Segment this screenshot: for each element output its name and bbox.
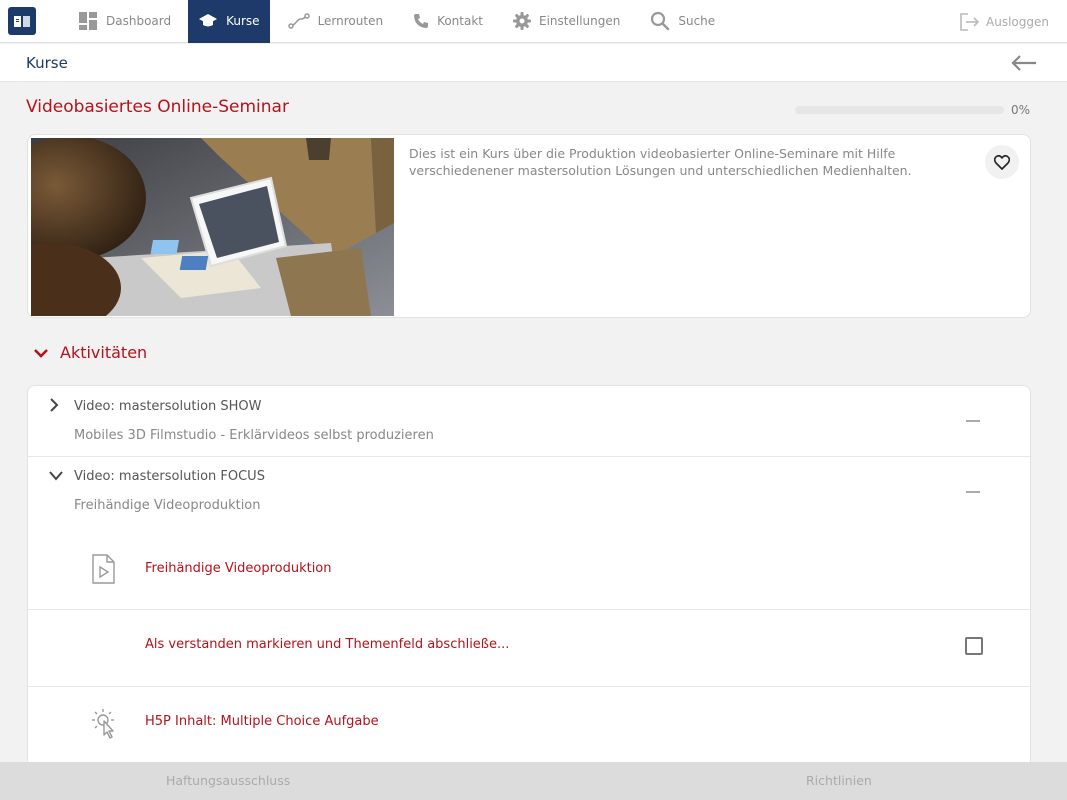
nav-label-lernrouten: Lernrouten <box>317 14 384 28</box>
arrow-left-icon <box>1011 55 1036 71</box>
activity-subtitle: Freihändige Videoproduktion <box>74 498 261 513</box>
course-progress-label: 0% <box>1011 103 1031 117</box>
sub-activity-link[interactable]: H5P Inhalt: Multiple Choice Aufgabe <box>145 714 379 729</box>
activities-list: Video: mastersolution SHOW Mobiles 3D Fi… <box>27 385 1031 785</box>
activity-status-indicator <box>966 420 980 422</box>
footer-link-disclaimer[interactable]: Haftungsausschluss <box>166 773 290 788</box>
logout-icon <box>960 12 980 31</box>
course-illustration <box>31 138 394 316</box>
nav-item-suche[interactable]: Suche <box>638 0 727 43</box>
top-navigation: Dashboard Kurse Lernrouten Kontakt Einst… <box>0 0 1067 43</box>
nav-item-kurse[interactable]: Kurse <box>188 0 270 43</box>
breadcrumb: Kurse <box>0 44 1067 82</box>
back-button[interactable] <box>1011 54 1037 76</box>
mark-complete-checkbox[interactable] <box>965 637 983 655</box>
course-progress-bar <box>795 106 1004 114</box>
chevron-down-icon <box>49 471 63 481</box>
activity-title: Video: mastersolution FOCUS <box>74 469 265 484</box>
mark-complete-label[interactable]: Als verstanden markieren und Themenfeld … <box>145 637 509 652</box>
course-card: Dies ist ein Kurs über die Produktion vi… <box>27 134 1031 318</box>
logout-button[interactable]: Ausloggen <box>960 0 1049 43</box>
favorite-button[interactable] <box>985 145 1019 179</box>
course-title: Videobasiertes Online-Seminar <box>26 97 289 117</box>
activities-section-title: Aktivitäten <box>60 343 148 362</box>
activity-item-show[interactable]: Video: mastersolution SHOW Mobiles 3D Fi… <box>28 386 1030 456</box>
footer-link-policies[interactable]: Richtlinien <box>806 773 872 788</box>
sub-activity-video[interactable]: Freihändige Videoproduktion <box>28 526 1030 609</box>
breadcrumb-title: Kurse <box>26 53 68 72</box>
nav-label-einstellungen: Einstellungen <box>539 14 621 28</box>
activity-status-indicator <box>966 491 980 493</box>
phone-icon <box>414 14 429 28</box>
sub-activity-link[interactable]: Freihändige Videoproduktion <box>145 561 332 576</box>
chevron-down-icon <box>34 348 48 358</box>
dashboard-icon <box>79 12 97 30</box>
activities-section-header[interactable]: Aktivitäten <box>33 343 147 362</box>
footer: Haftungsausschluss Richtlinien <box>0 762 1067 800</box>
route-icon <box>287 13 310 29</box>
sub-activity-h5p[interactable]: H5P Inhalt: Multiple Choice Aufgabe <box>28 687 1030 763</box>
nav-label-suche: Suche <box>678 14 716 28</box>
nav-item-lernrouten[interactable]: Lernrouten <box>276 0 396 43</box>
activity-item-focus[interactable]: Video: mastersolution FOCUS Freihändige … <box>28 456 1030 526</box>
book-logo-icon <box>14 16 30 27</box>
course-description: Dies ist ein Kurs über die Produktion vi… <box>409 146 912 178</box>
app-logo[interactable] <box>8 7 36 35</box>
graduation-cap-icon <box>199 14 218 27</box>
gear-icon <box>513 12 531 30</box>
activity-subtitle: Mobiles 3D Filmstudio - Erklärvideos sel… <box>74 428 434 443</box>
nav-item-dashboard[interactable]: Dashboard <box>66 0 183 43</box>
search-icon <box>651 11 670 31</box>
nav-label-kurse: Kurse <box>226 14 260 28</box>
course-image <box>31 138 394 316</box>
logout-label: Ausloggen <box>986 14 1049 29</box>
nav-item-einstellungen[interactable]: Einstellungen <box>501 0 632 43</box>
nav-item-kontakt[interactable]: Kontakt <box>401 0 495 43</box>
nav-label-kontakt: Kontakt <box>437 14 483 28</box>
activity-title: Video: mastersolution SHOW <box>74 399 262 414</box>
video-file-icon <box>92 554 115 584</box>
chevron-right-icon <box>50 398 59 412</box>
sub-activity-mark-complete: Als verstanden markieren und Themenfeld … <box>28 610 1030 686</box>
interactive-click-icon <box>92 709 114 739</box>
nav-label-dashboard: Dashboard <box>106 14 172 28</box>
heart-icon <box>994 154 1010 170</box>
